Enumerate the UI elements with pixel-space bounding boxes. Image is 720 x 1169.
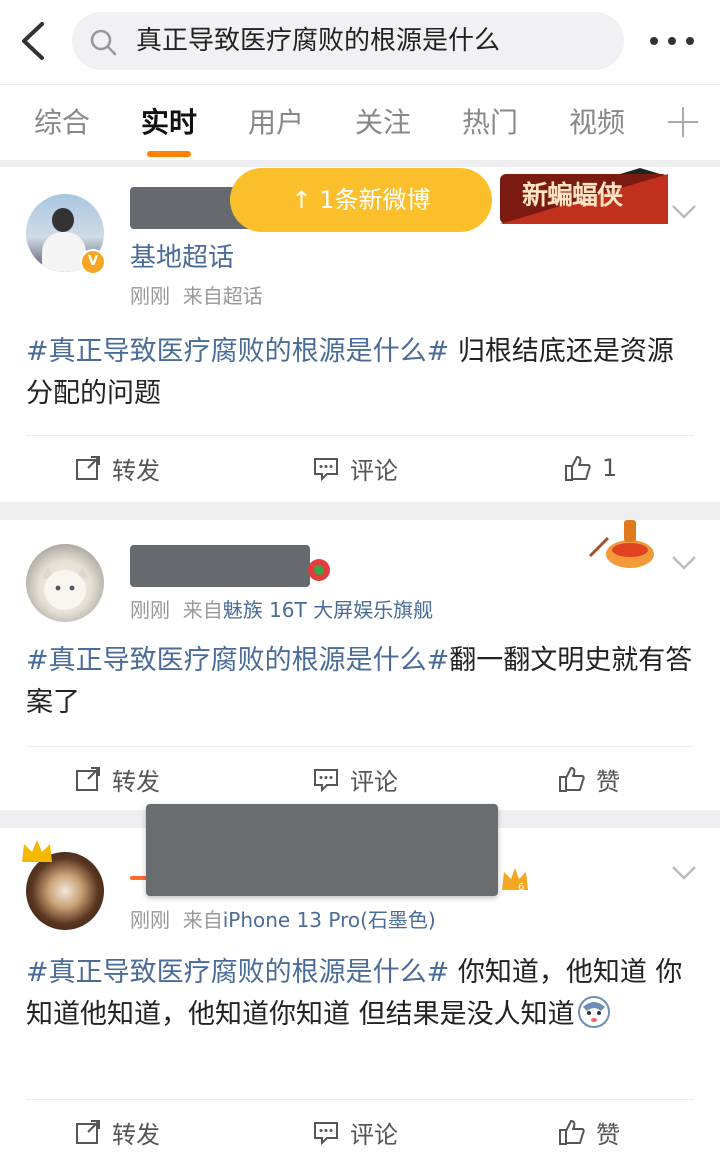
active-tab-indicator: [147, 151, 191, 157]
post-body: #真正导致医疗腐败的根源是什么#翻一翻文明史就有答案了: [26, 645, 693, 718]
thumbs-up-icon: [559, 767, 585, 792]
post-actions: 转发 评论 赞: [0, 749, 720, 809]
repost-button[interactable]: 转发: [74, 1102, 160, 1162]
comment-icon: [314, 769, 338, 793]
avatar[interactable]: [26, 544, 104, 622]
filter-tabs: 综合 实时 用户 关注 热门 视频: [0, 84, 720, 160]
topic-link[interactable]: #真正导致医疗腐败的根源是什么#: [26, 645, 449, 676]
like-button[interactable]: 赞: [558, 749, 620, 809]
comment-icon: [314, 1122, 338, 1146]
hotpot-decoration-icon: [588, 520, 654, 568]
more-options-icon[interactable]: [648, 26, 696, 56]
crown-icon: [22, 840, 52, 862]
back-icon[interactable]: [14, 18, 54, 64]
post-meta: 刚刚 来自魅族 16T 大屏娱乐旗舰: [130, 598, 434, 622]
tab-hot[interactable]: 热门: [462, 105, 518, 141]
comment-button[interactable]: 评论: [312, 438, 398, 498]
post-meta: 刚刚 来自超话: [130, 284, 263, 308]
post-body: #真正导致医疗腐败的根源是什么# 归根结底还是资源分配的问题: [26, 336, 674, 409]
device-source-link[interactable]: iPhone 13 Pro(石墨色): [223, 908, 436, 932]
thumbs-up-icon: [559, 1120, 585, 1145]
tab-following[interactable]: 关注: [355, 105, 411, 141]
comment-button[interactable]: 评论: [312, 749, 398, 809]
divider: [26, 1099, 694, 1100]
comment-icon: [314, 458, 338, 482]
repost-icon: [76, 1120, 100, 1144]
tab-users[interactable]: 用户: [248, 105, 304, 141]
chevron-down-icon[interactable]: [670, 864, 698, 882]
tab-video[interactable]: 视频: [569, 105, 625, 141]
level-badge-icon: 6: [502, 868, 528, 893]
promo-text: 新蝙蝠侠: [522, 181, 623, 211]
chevron-down-icon[interactable]: [670, 554, 698, 572]
like-button[interactable]: 赞: [558, 1102, 620, 1162]
repost-icon: [76, 456, 100, 480]
tab-comprehensive[interactable]: 综合: [34, 105, 90, 141]
topic-link[interactable]: #真正导致医疗腐败的根源是什么#: [26, 336, 449, 367]
repost-button[interactable]: 转发: [74, 749, 160, 809]
promo-banner[interactable]: 新蝙蝠侠: [500, 168, 668, 226]
svg-text:6: 6: [518, 882, 524, 893]
divider: [26, 435, 694, 436]
like-button[interactable]: 1: [564, 438, 617, 498]
comment-button[interactable]: 评论: [312, 1102, 398, 1162]
search-input[interactable]: 真正导致医疗腐败的根源是什么: [72, 12, 624, 70]
repost-icon: [76, 767, 100, 791]
device-source-link[interactable]: 魅族 16T 大屏娱乐旗舰: [223, 598, 433, 622]
new-posts-notice-button[interactable]: ↑ 1条新微博: [230, 168, 492, 232]
verified-badge-icon: V: [80, 249, 106, 275]
post-meta: 刚刚 来自iPhone 13 Pro(石墨色): [130, 908, 436, 932]
post-actions: 转发 评论 1: [0, 438, 720, 498]
topic-link[interactable]: #真正导致医疗腐败的根源是什么#: [26, 957, 449, 988]
redacted-block: [146, 804, 498, 896]
chevron-down-icon[interactable]: [670, 203, 698, 221]
divider: [26, 746, 694, 747]
post-body: #真正导致医疗腐败的根源是什么# 你知道，他知道 你知道他知道，他知道你知道 但…: [26, 957, 683, 1030]
post-actions: 转发 评论 赞: [0, 1102, 720, 1162]
tab-realtime[interactable]: 实时: [141, 105, 197, 141]
super-topic-name[interactable]: 基地超话: [130, 241, 234, 275]
thumbs-up-icon: [565, 456, 591, 481]
search-query: 真正导致医疗腐败的根源是什么: [136, 26, 501, 56]
repost-button[interactable]: 转发: [74, 438, 160, 498]
husky-emoji-icon: [577, 996, 610, 1028]
top-bar: 真正导致医疗腐败的根源是什么: [0, 0, 720, 84]
flower-badge-icon: [308, 559, 330, 581]
search-icon: [90, 29, 117, 56]
redacted-username[interactable]: [130, 545, 310, 587]
add-tab-icon[interactable]: [668, 107, 698, 137]
